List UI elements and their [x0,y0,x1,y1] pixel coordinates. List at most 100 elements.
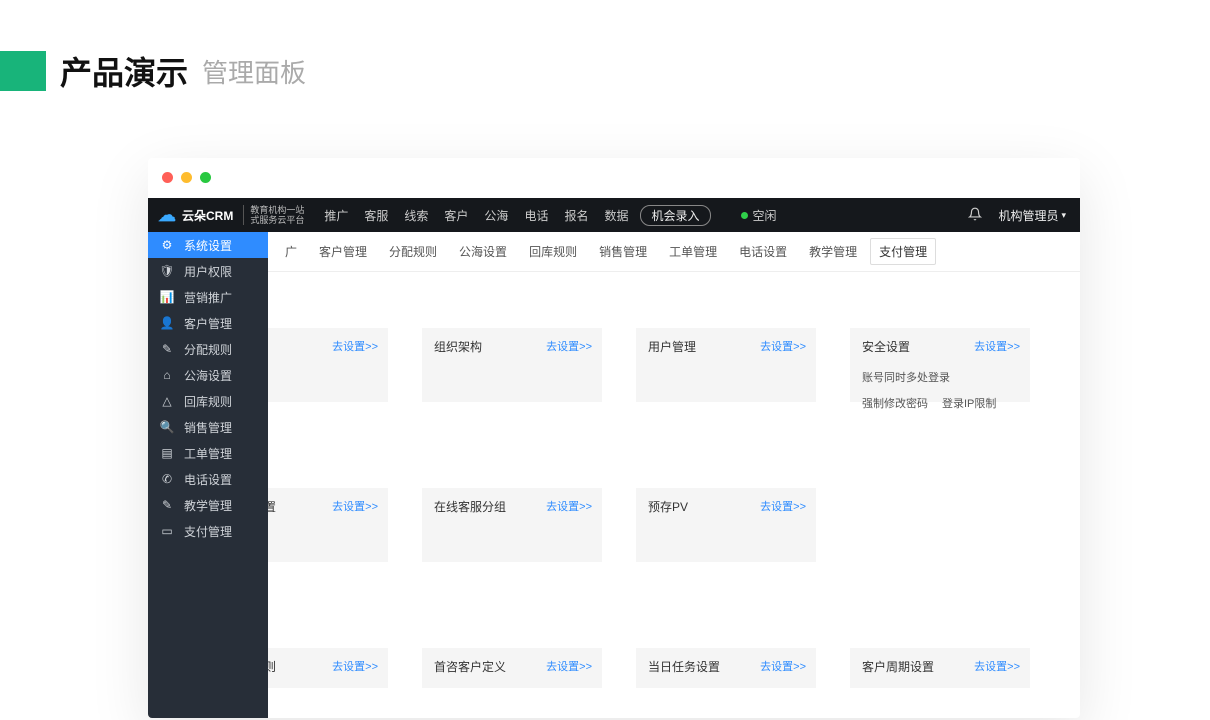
sidebar-label: 营销推广 [184,289,232,306]
sidebar-item[interactable]: 🛡 用户权限 [148,258,268,284]
go-link[interactable]: 去设置>> [974,658,1020,674]
cloud-icon: ☁ [158,205,176,226]
status-dot-icon [741,212,748,219]
setting-card[interactable]: 用户管理 去设置>> [636,328,816,402]
tab[interactable]: 工单管理 [660,238,726,265]
user-menu[interactable]: 机构管理员 ▾ [998,207,1066,224]
go-link[interactable]: 去设置>> [546,658,592,674]
user-label: 机构管理员 [998,207,1058,224]
tab[interactable]: 支付管理 [870,238,936,265]
nav-item[interactable]: 客户 [444,207,468,224]
tab[interactable]: 电话设置 [730,238,796,265]
sidebar-icon: 📊 [160,290,174,304]
go-link[interactable]: 去设置>> [332,498,378,514]
tab[interactable]: 教学管理 [800,238,866,265]
sidebar-icon: 🛡 [160,264,174,278]
tab[interactable]: 广 [276,238,306,265]
sidebar-label: 公海设置 [184,367,232,384]
setting-card[interactable]: 客户周期设置 去设置>> [850,648,1030,688]
go-link[interactable]: 去设置>> [546,498,592,514]
tab[interactable]: 回库规则 [520,238,586,265]
logo-tagline: 教育机构一站式服务云平台 [243,205,304,225]
card-title: 在线客服分组 [434,500,506,514]
card-title: 安全设置 [862,340,910,354]
record-button[interactable]: 机会录入 [640,205,710,226]
go-link[interactable]: 去设置>> [332,658,378,674]
sidebar-item[interactable]: 🔍 销售管理 [148,414,268,440]
sidebar-icon: ✎ [160,498,174,512]
card-title: 则 [268,658,276,675]
sidebar-item[interactable]: ▤工单管理 [148,440,268,466]
tab[interactable]: 分配规则 [380,238,446,265]
go-link[interactable]: 去设置>> [332,338,378,354]
card-title: 组织架构 [434,340,482,354]
sidebar-icon: 👤 [160,316,174,330]
nav-item[interactable]: 客服 [364,207,388,224]
bell-icon[interactable] [968,207,982,224]
tab[interactable]: 销售管理 [590,238,656,265]
sidebar-item[interactable]: 👤 客户管理 [148,310,268,336]
min-dot[interactable] [181,172,192,183]
status-indicator: 空闲 [741,207,777,224]
setting-card[interactable]: 去设置>> [268,328,388,402]
sidebar-item[interactable]: ✎分配规则 [148,336,268,362]
nav-item[interactable]: 推广 [324,207,348,224]
setting-card[interactable]: 则 去设置>> [268,648,388,688]
sidebar-item[interactable]: △ 回库规则 [148,388,268,414]
setting-card[interactable]: 安全设置 去设置>> 账号同时多处登录 强制修改密码 登录IP限制 [850,328,1030,402]
page-subtitle: 管理面板 [202,53,306,90]
setting-card[interactable]: 当日任务设置 去设置>> [636,648,816,688]
sidebar-item[interactable]: ✎教学管理 [148,492,268,518]
card-title: 首咨客户定义 [434,660,506,674]
chip: 强制修改密码 [862,395,928,411]
nav-item[interactable]: 电话 [524,207,548,224]
zoom-dot[interactable] [200,172,211,183]
sidebar-item[interactable]: 📊 营销推广 [148,284,268,310]
sidebar-item[interactable]: ⚙系统设置 [148,232,268,258]
cards-area: 去设置>> 组织架构 去设置>> 用户管理 去设置>> 安全设置 去设置>> 账… [268,283,1080,718]
chip: 账号同时多处登录 [862,369,950,385]
sidebar-icon: ⚙ [160,238,174,252]
go-link[interactable]: 去设置>> [760,658,806,674]
card-title: 置 [268,498,276,515]
sidebar-item[interactable]: ▭支付管理 [148,518,268,544]
nav-item[interactable]: 公海 [484,207,508,224]
setting-card[interactable]: 首咨客户定义 去设置>> [422,648,602,688]
sidebar: ⚙系统设置 🛡 用户权限 📊 营销推广 👤 客户管理 ✎分配规则⌂公海设置 △ 回库规则 🔍 销售管理… [148,232,268,718]
card-title: 用户管理 [648,340,696,354]
page-header: 产品演示 管理面板 [0,48,306,94]
sidebar-label: 客户管理 [184,315,232,332]
setting-card[interactable]: 在线客服分组 去设置>> [422,488,602,562]
nav-item[interactable]: 数据 [604,207,628,224]
go-link[interactable]: 去设置>> [974,338,1020,354]
go-link[interactable]: 去设置>> [546,338,592,354]
setting-card[interactable]: 组织架构 去设置>> [422,328,602,402]
sidebar-label: 销售管理 [184,419,232,436]
topnav: ☁ 云朵CRM 教育机构一站式服务云平台 推广 客服 线索 客户 公海 电话 报… [148,198,1080,232]
logo: ☁ 云朵CRM 教育机构一站式服务云平台 [148,205,314,226]
sidebar-label: 工单管理 [184,445,232,462]
go-link[interactable]: 去设置>> [760,498,806,514]
sidebar-item[interactable]: ✆电话设置 [148,466,268,492]
sidebar-icon: ✎ [160,342,174,356]
card-title: 当日任务设置 [648,660,720,674]
card-chips: 账号同时多处登录 强制修改密码 登录IP限制 [862,369,1018,411]
sidebar-icon: △ [160,394,174,408]
logo-text: 云朵CRM [182,207,233,224]
sidebar-label: 用户权限 [184,263,232,280]
accent-block [0,51,46,91]
tab-bar: 广客户管理分配规则公海设置回库规则销售管理工单管理电话设置教学管理支付管理 [268,232,1080,272]
sidebar-icon: 🔍 [160,420,174,434]
sidebar-label: 回库规则 [184,393,232,410]
go-link[interactable]: 去设置>> [760,338,806,354]
sidebar-item[interactable]: ⌂公海设置 [148,362,268,388]
nav-item[interactable]: 报名 [564,207,588,224]
setting-card[interactable]: 置 去设置>> [268,488,388,562]
card-title: 客户周期设置 [862,660,934,674]
sidebar-label: 电话设置 [184,471,232,488]
tab[interactable]: 客户管理 [310,238,376,265]
setting-card[interactable]: 预存PV 去设置>> [636,488,816,562]
tab[interactable]: 公海设置 [450,238,516,265]
nav-item[interactable]: 线索 [404,207,428,224]
close-dot[interactable] [162,172,173,183]
